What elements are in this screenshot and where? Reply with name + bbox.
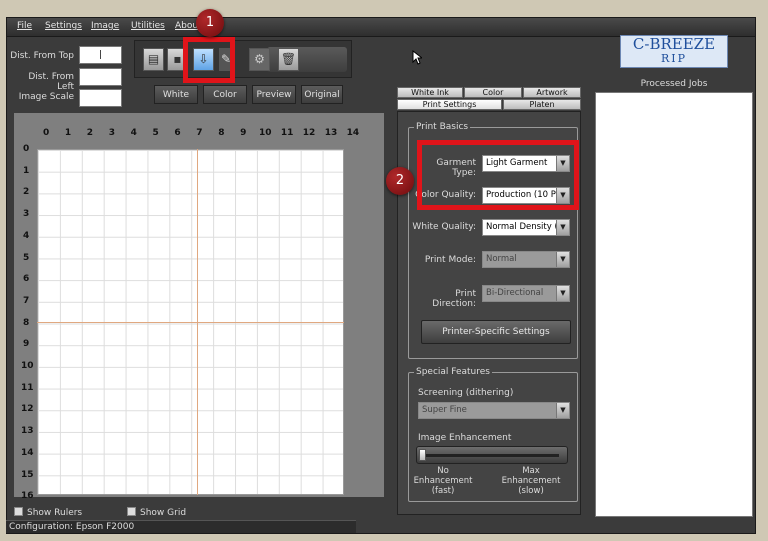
callout-box-1: [183, 37, 235, 83]
ruler-y-tick: 7: [23, 295, 30, 306]
print-direction-label: Print Direction:: [432, 289, 476, 309]
color-view-button[interactable]: Color: [203, 85, 247, 104]
dist-left-input[interactable]: [79, 68, 122, 86]
tab-artwork[interactable]: Artwork: [523, 87, 581, 98]
ruler-x-tick: 1: [64, 128, 72, 138]
print-mode-label: Print Mode:: [424, 255, 476, 265]
ruler-x-tick: 2: [86, 128, 94, 138]
menu-settings[interactable]: Settings: [45, 21, 82, 31]
slider-track: [425, 454, 559, 457]
dist-top-label: Dist. From Top: [10, 51, 74, 61]
status-bar: Configuration: Epson F2000: [6, 520, 356, 533]
ruler-x-tick: 12: [302, 128, 316, 138]
white-quality-value: Normal Density (8: [486, 222, 564, 232]
ruler-y-tick: 11: [21, 382, 34, 393]
ruler-y-tick: 9: [23, 339, 30, 350]
dist-top-input[interactable]: |: [79, 46, 122, 64]
print-direction-value: Bi-Directional: [486, 288, 544, 298]
ruler-y-tick: 13: [21, 426, 34, 437]
checkbox-icon: [14, 507, 23, 516]
image-scale-label: Image Scale: [18, 92, 74, 102]
checkbox-icon: [127, 507, 136, 516]
screening-select[interactable]: Super Fine ▼: [418, 402, 570, 419]
print-basics-title: Print Basics: [414, 122, 471, 132]
tab-color[interactable]: Color: [464, 87, 522, 98]
tab-white-ink[interactable]: White Ink: [397, 87, 463, 98]
ruler-x-tick: 3: [108, 128, 115, 138]
ruler-y-tick: 6: [23, 274, 30, 285]
ruler-x-tick: 9: [240, 128, 247, 138]
callout-badge-1: 1: [196, 9, 224, 37]
screening-value: Super Fine: [422, 405, 467, 415]
image-enhancement-label: Image Enhancement: [418, 433, 512, 443]
ruler-y-tick: 3: [23, 209, 30, 220]
original-button[interactable]: Original: [301, 85, 343, 104]
menu-image[interactable]: Image: [91, 21, 119, 31]
ruler-x-tick: 13: [324, 128, 338, 138]
ruler-y-tick: 10: [21, 361, 34, 371]
ruler-y-tick: 2: [23, 187, 30, 198]
ruler-x-tick: 14: [346, 128, 360, 138]
chevron-down-icon: ▼: [556, 252, 569, 267]
menu-file[interactable]: File: [17, 21, 32, 31]
ruler-x-tick: 6: [174, 128, 181, 138]
ruler-x-tick: 4: [130, 128, 137, 138]
mouse-cursor-icon: [412, 50, 422, 65]
ruler-y-tick: 0: [23, 144, 30, 154]
ruler-y-tick: 5: [23, 252, 30, 263]
trash-icon[interactable]: 🗑: [278, 48, 299, 71]
ruler-x-tick: 11: [280, 128, 294, 138]
printer-specific-settings-button[interactable]: Printer-Specific Settings: [421, 320, 571, 344]
callout-box-2: [417, 140, 579, 210]
white-quality-label: White Quality:: [412, 222, 476, 232]
print-direction-select: Bi-Directional ▼: [482, 285, 570, 302]
ruler-y-tick: 12: [21, 404, 34, 415]
toolbar: ▤ ▪ ⇩ ✎ ⚙ 🗑: [134, 40, 352, 78]
ruler-x-tick: 10: [259, 128, 272, 138]
show-grid-checkbox[interactable]: Show Grid: [127, 507, 186, 518]
gear-icon[interactable]: ⚙: [249, 48, 270, 71]
ruler-y-tick: 16: [21, 491, 34, 502]
logo-line2: RIP: [660, 52, 688, 65]
ruler-y-tick: 8: [23, 317, 30, 328]
show-rulers-checkbox[interactable]: Show Rulers: [14, 507, 82, 518]
chevron-down-icon: ▼: [556, 403, 569, 418]
preview-button[interactable]: Preview: [252, 85, 296, 104]
processed-jobs-list[interactable]: [595, 92, 753, 517]
callout-badge-2: 2: [386, 167, 414, 195]
ruler-x-tick: 5: [152, 128, 159, 138]
max-enhancement-caption: Max Enhancement (slow): [501, 466, 561, 496]
image-scale-input[interactable]: [79, 89, 122, 107]
ruler-x-tick: 0: [43, 128, 50, 138]
tab-print-settings[interactable]: Print Settings: [397, 99, 502, 110]
ruler-x-tick: 8: [218, 128, 225, 138]
chevron-down-icon: ▼: [556, 286, 569, 301]
tab-platen[interactable]: Platen: [503, 99, 581, 110]
show-rulers-label: Show Rulers: [27, 508, 83, 518]
ruler-x-tick: 7: [196, 128, 203, 138]
status-text: Configuration: Epson F2000: [9, 522, 135, 532]
print-mode-select: Normal ▼: [482, 251, 570, 268]
menu-utilities[interactable]: Utilities: [131, 21, 165, 31]
dist-left-label: Dist. From Left: [28, 72, 74, 92]
white-quality-select[interactable]: Normal Density (8 ▼: [482, 219, 570, 236]
slider-thumb[interactable]: [419, 449, 426, 461]
logo-line1: C-BREEZE: [632, 35, 716, 53]
chevron-down-icon: ▼: [556, 220, 569, 235]
white-view-button[interactable]: White: [154, 85, 198, 104]
screening-label: Screening (dithering): [418, 388, 514, 398]
print-mode-value: Normal: [486, 254, 517, 264]
image-enhancement-slider[interactable]: [416, 446, 568, 464]
ruler-y-tick: 1: [23, 165, 30, 176]
open-icon[interactable]: ▤: [143, 48, 164, 71]
processed-jobs-label: Processed Jobs: [640, 79, 708, 89]
ruler-y-tick: 14: [21, 447, 34, 458]
special-features-title: Special Features: [414, 367, 492, 377]
ruler-y-tick: 4: [23, 230, 30, 241]
cbreeze-logo: C-BREEZE RIP: [620, 35, 728, 68]
center-guide-horizontal: [37, 322, 344, 323]
min-enhancement-caption: No Enhancement (fast): [413, 466, 473, 496]
ruler-y-tick: 15: [21, 469, 34, 480]
show-grid-label: Show Grid: [140, 508, 187, 518]
